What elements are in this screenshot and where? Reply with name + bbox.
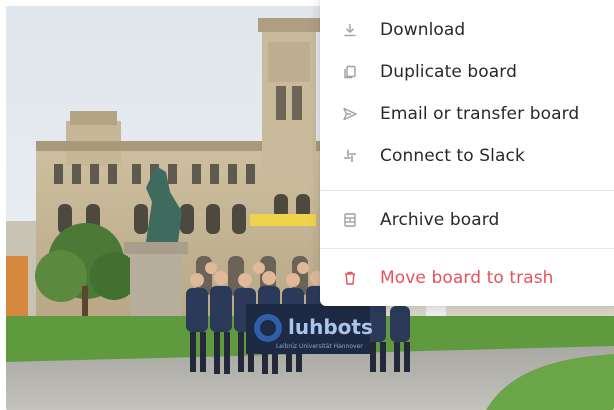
menu-item-move-to-trash[interactable]: Move board to trash — [320, 259, 614, 297]
menu-divider — [320, 248, 614, 249]
duplicate-icon — [342, 64, 358, 80]
menu-item-label: Archive board — [380, 210, 500, 230]
menu-item-connect-slack[interactable]: Connect to Slack — [320, 137, 614, 175]
banner-text: luhbots — [288, 315, 373, 339]
slack-icon — [342, 148, 358, 164]
menu-item-label: Duplicate board — [380, 62, 517, 82]
download-icon — [342, 22, 358, 38]
menu-item-email-transfer-board[interactable]: Email or transfer board — [320, 95, 614, 133]
menu-item-download[interactable]: Download — [320, 11, 614, 49]
menu-item-label: Connect to Slack — [380, 146, 525, 166]
board-options-menu: Download Duplicate board Email or transf… — [320, 0, 614, 306]
menu-item-archive-board[interactable]: Archive board — [320, 201, 614, 239]
menu-item-label: Email or transfer board — [380, 104, 580, 124]
send-icon — [342, 106, 358, 122]
archive-icon — [342, 212, 358, 228]
menu-divider — [320, 190, 614, 191]
menu-item-label: Download — [380, 20, 466, 40]
trash-icon — [342, 270, 358, 286]
menu-item-duplicate-board[interactable]: Duplicate board — [320, 53, 614, 91]
menu-item-label: Move board to trash — [380, 268, 554, 288]
banner-subtext: Leibniz Universität Hannover — [276, 343, 363, 350]
